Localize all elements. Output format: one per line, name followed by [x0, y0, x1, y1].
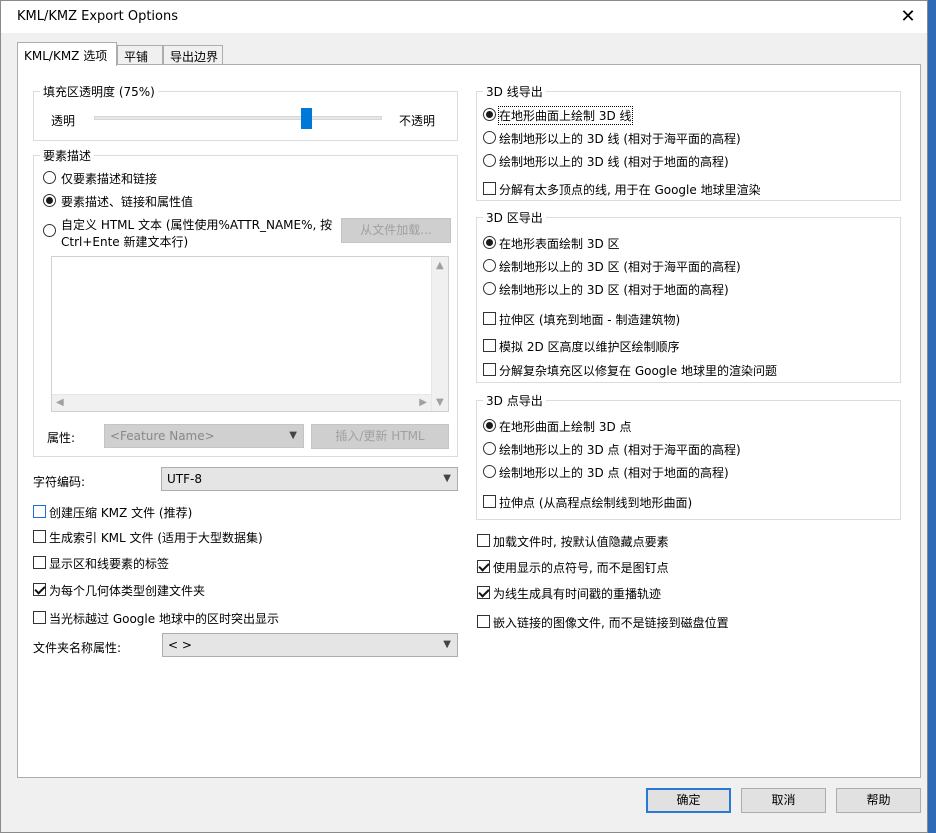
line-export-group: 3D 线导出 在地形曲面上绘制 3D 线 绘制地形以上的 3D 线 (相对于海平… [476, 83, 901, 201]
fill-opacity-legend: 填充区透明度 (75%) [40, 83, 158, 100]
chevron-down-icon: ▼ [443, 473, 451, 484]
radio-custom-html-label[interactable]: 自定义 HTML 文本 (属性使用%ATTR_NAME%, 按 [61, 216, 332, 233]
highlight-on-hover-label[interactable]: 当光标越过 Google 地球中的区时突出显示 [49, 610, 279, 627]
radio-line-above-ground-label[interactable]: 绘制地形以上的 3D 线 (相对于地面的高程) [499, 153, 729, 170]
attribute-combo[interactable]: <Feature Name> ▼ [104, 424, 304, 448]
use-point-symbols-label[interactable]: 使用显示的点符号, 而不是图钉点 [493, 559, 669, 576]
attribute-label: 属性: [47, 431, 76, 445]
insert-update-html-button[interactable]: 插入/更新 HTML [311, 424, 449, 449]
tab-kml-kmz-options[interactable]: KML/KMZ 选项 [17, 42, 117, 66]
transparent-label: 透明 [51, 114, 76, 128]
radio-line-above-sea-label[interactable]: 绘制地形以上的 3D 线 (相对于海平面的高程) [499, 130, 741, 147]
radio-line-above-ground[interactable] [483, 154, 496, 167]
opaque-label: 不透明 [399, 114, 436, 128]
folder-per-geometry-checkbox[interactable] [33, 583, 46, 596]
create-kmz-label[interactable]: 创建压缩 KMZ 文件 (推荐) [49, 504, 192, 521]
opacity-slider-thumb[interactable] [301, 108, 312, 129]
folder-name-label: 文件夹名称属性: [33, 641, 122, 655]
index-kml-checkbox[interactable] [33, 530, 46, 543]
feature-description-group: 要素描述 仅要素描述和链接 要素描述、链接和属性值 自定义 HTML 文本 (属… [33, 147, 458, 457]
extrude-area-label[interactable]: 拉伸区 (填充到地面 - 制造建筑物) [499, 311, 680, 328]
radio-line-on-terrain-label[interactable]: 在地形曲面上绘制 3D 线 [498, 106, 633, 125]
radio-area-on-terrain[interactable] [483, 236, 496, 249]
radio-line-above-sea[interactable] [483, 131, 496, 144]
highlight-on-hover-checkbox[interactable] [33, 611, 46, 624]
show-labels-checkbox[interactable] [33, 556, 46, 569]
tab-export-extent[interactable]: 导出边界 [163, 45, 223, 65]
radio-point-above-sea[interactable] [483, 442, 496, 455]
horizontal-scrollbar[interactable]: ◀ ▶ [52, 394, 431, 411]
vertical-scrollbar[interactable]: ▲ ▼ [431, 257, 448, 411]
scroll-left-icon[interactable]: ◀ [56, 397, 64, 408]
extrude-points-label[interactable]: 拉伸点 (从高程点绘制线到地形曲面) [499, 494, 692, 511]
folder-per-geometry-label[interactable]: 为每个几何体类型创建文件夹 [49, 582, 205, 599]
chevron-down-icon: ▼ [289, 430, 297, 441]
opacity-slider-track[interactable] [94, 116, 382, 120]
point-export-group: 3D 点导出 在地形曲面上绘制 3D 点 绘制地形以上的 3D 点 (相对于海平… [476, 392, 901, 520]
extrude-points-checkbox[interactable] [483, 495, 496, 508]
radio-desc-links-only-label[interactable]: 仅要素描述和链接 [61, 170, 157, 187]
folder-name-combo[interactable]: < > ▼ [162, 633, 458, 657]
tab-panel: 填充区透明度 (75%) 透明 不透明 要素描述 仅要素描述和链接 要素描述、链… [17, 64, 921, 778]
tab-tiling[interactable]: 平铺 [117, 45, 163, 65]
area-export-group: 3D 区导出 在地形表面绘制 3D 区 绘制地形以上的 3D 区 (相对于海平面… [476, 209, 901, 383]
hide-points-label[interactable]: 加载文件时, 按默认值隐藏点要素 [493, 533, 669, 550]
embed-images-label[interactable]: 嵌入链接的图像文件, 而不是链接到磁盘位置 [493, 614, 729, 631]
use-point-symbols-checkbox[interactable] [477, 560, 490, 573]
help-button[interactable]: 帮助 [836, 788, 921, 813]
simulate-2d-height-checkbox[interactable] [483, 339, 496, 352]
radio-point-above-sea-label[interactable]: 绘制地形以上的 3D 点 (相对于海平面的高程) [499, 441, 741, 458]
radio-desc-links-only[interactable] [43, 171, 56, 184]
split-complex-fills-checkbox[interactable] [483, 363, 496, 376]
radio-custom-html[interactable] [43, 224, 56, 237]
show-labels-label[interactable]: 显示区和线要素的标签 [49, 555, 169, 572]
encoding-label: 字符编码: [33, 475, 86, 489]
point-export-legend: 3D 点导出 [483, 392, 546, 409]
radio-point-on-terrain[interactable] [483, 419, 496, 432]
export-options-dialog: KML/KMZ Export Options ✕ KML/KMZ 选项 平铺 导… [0, 0, 928, 833]
scroll-right-icon[interactable]: ▶ [419, 397, 427, 408]
split-lines-checkbox[interactable] [483, 182, 496, 195]
radio-point-above-ground-label[interactable]: 绘制地形以上的 3D 点 (相对于地面的高程) [499, 464, 729, 481]
extrude-area-checkbox[interactable] [483, 312, 496, 325]
ok-button[interactable]: 确定 [646, 788, 731, 813]
title-bar: KML/KMZ Export Options ✕ [1, 1, 927, 33]
radio-area-on-terrain-label[interactable]: 在地形表面绘制 3D 区 [499, 235, 620, 252]
hide-points-checkbox[interactable] [477, 534, 490, 547]
radio-area-above-ground[interactable] [483, 282, 496, 295]
radio-point-on-terrain-label[interactable]: 在地形曲面上绘制 3D 点 [499, 418, 632, 435]
chevron-down-icon: ▼ [443, 639, 451, 650]
radio-area-above-sea-label[interactable]: 绘制地形以上的 3D 区 (相对于海平面的高程) [499, 258, 741, 275]
split-lines-label[interactable]: 分解有太多顶点的线, 用于在 Google 地球里渲染 [499, 181, 761, 198]
radio-line-on-terrain[interactable] [483, 108, 496, 121]
radio-desc-links-attrs-label[interactable]: 要素描述、链接和属性值 [61, 193, 193, 210]
split-complex-fills-label[interactable]: 分解复杂填充区以修复在 Google 地球里的渲染问题 [499, 362, 777, 379]
radio-desc-links-attrs[interactable] [43, 194, 56, 207]
radio-area-above-sea[interactable] [483, 259, 496, 272]
radio-area-above-ground-label[interactable]: 绘制地形以上的 3D 区 (相对于地面的高程) [499, 281, 729, 298]
radio-point-above-ground[interactable] [483, 465, 496, 478]
replay-tracks-label[interactable]: 为线生成具有时间戳的重播轨迹 [493, 585, 661, 602]
window-title: KML/KMZ Export Options [17, 9, 178, 24]
radio-custom-html-label-line2[interactable]: Ctrl+Ente 新建文本行) [61, 233, 188, 250]
scroll-down-icon[interactable]: ▼ [436, 397, 444, 408]
index-kml-label[interactable]: 生成索引 KML 文件 (适用于大型数据集) [49, 529, 263, 546]
encoding-combo[interactable]: UTF-8 ▼ [161, 467, 458, 491]
embed-images-checkbox[interactable] [477, 615, 490, 628]
scroll-up-icon[interactable]: ▲ [436, 260, 444, 271]
fill-opacity-group: 填充区透明度 (75%) 透明 不透明 [33, 83, 458, 141]
custom-html-textarea[interactable]: ▲ ▼ ◀ ▶ [51, 256, 449, 412]
cancel-button[interactable]: 取消 [741, 788, 826, 813]
replay-tracks-checkbox[interactable] [477, 586, 490, 599]
area-export-legend: 3D 区导出 [483, 209, 546, 226]
simulate-2d-height-label[interactable]: 模拟 2D 区高度以维护区绘制顺序 [499, 338, 680, 355]
feature-description-legend: 要素描述 [40, 147, 95, 164]
load-from-file-button[interactable]: 从文件加载... [341, 218, 451, 243]
close-icon[interactable]: ✕ [895, 4, 921, 30]
create-kmz-checkbox[interactable] [33, 505, 46, 518]
line-export-legend: 3D 线导出 [483, 83, 546, 100]
